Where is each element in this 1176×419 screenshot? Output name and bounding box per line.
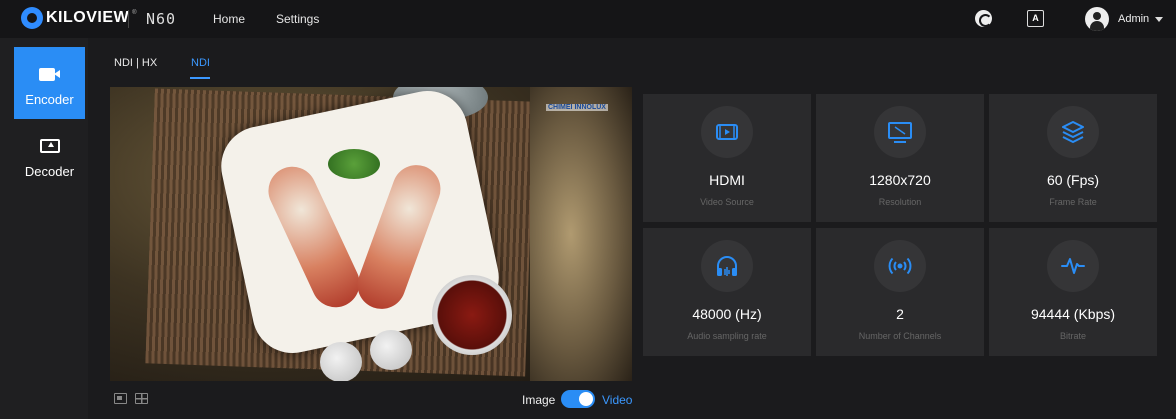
stat-label: Video Source: [700, 197, 754, 207]
stat-card-channels: 2 Number of Channels: [816, 228, 984, 356]
stat-label: Frame Rate: [1049, 197, 1097, 207]
preview-watermark: CHIMEI INNOLUX: [546, 104, 608, 111]
stat-value: 94444 (Kbps): [1030, 306, 1116, 322]
stat-value: 48000 (Hz): [692, 306, 762, 322]
sidebar-item-decoder[interactable]: Decoder: [14, 119, 85, 191]
toggle-knob: [579, 392, 593, 406]
stat-card-video-source: HDMI Video Source: [643, 94, 811, 222]
camera-icon: [38, 67, 61, 82]
stat-value: 1280x720: [869, 172, 931, 188]
preview-shaker: [370, 330, 412, 370]
tab-ndi-hx[interactable]: NDI | HX: [114, 57, 157, 69]
stat-card-resolution: 1280x720 Resolution: [816, 94, 984, 222]
stat-label: Resolution: [878, 197, 922, 207]
tab-ndi[interactable]: NDI: [191, 57, 210, 69]
nav-settings[interactable]: Settings: [276, 12, 319, 26]
sidebar-item-encoder[interactable]: Encoder: [14, 47, 85, 119]
stat-label: Number of Channels: [858, 331, 942, 341]
user-menu-label[interactable]: Admin: [1118, 13, 1149, 25]
stat-card-bitrate: 94444 (Kbps) Bitrate: [989, 228, 1157, 356]
stat-value: 60 (Fps): [1046, 172, 1100, 188]
avatar-body: [1090, 21, 1104, 31]
waveform-icon: [1047, 240, 1099, 292]
preview-cloth: [530, 87, 632, 381]
video-mode-label: Video: [602, 393, 633, 407]
video-source-icon: [701, 106, 753, 158]
preview-broccoli: [328, 149, 380, 179]
kiloview-logo[interactable]: KILOVIEW ®: [21, 7, 137, 29]
user-avatar-icon[interactable]: [1085, 7, 1109, 31]
image-mode-label: Image: [522, 393, 556, 407]
model-name: N60: [146, 10, 177, 28]
stat-label: Audio sampling rate: [687, 331, 767, 341]
stat-value: 2: [896, 306, 904, 322]
stat-value: HDMI: [709, 172, 745, 188]
brand-registered-mark: ®: [132, 10, 137, 16]
brand-name: KILOVIEW: [46, 9, 130, 26]
stat-card-audio-sampling-rate: 48000 (Hz) Audio sampling rate: [643, 228, 811, 356]
preview-sauce-bowl: [432, 275, 512, 355]
single-view-icon[interactable]: [114, 393, 127, 404]
header-divider: [128, 10, 129, 28]
preview-shaker: [320, 342, 362, 381]
resolution-icon: [874, 106, 926, 158]
active-tab-indicator: [190, 77, 210, 79]
sidebar-item-label: Encoder: [25, 92, 74, 107]
headphones-icon: [701, 240, 753, 292]
language-icon[interactable]: A: [1027, 10, 1044, 27]
sidebar-item-label: Decoder: [24, 164, 75, 179]
nav-home[interactable]: Home: [213, 12, 245, 26]
video-preview[interactable]: CHIMEI INNOLUX: [110, 87, 632, 381]
grid-view-icon[interactable]: [135, 393, 148, 404]
sidebar: Encoder Decoder: [0, 38, 88, 419]
top-bar: KILOVIEW ® N60 Home Settings A Admin: [0, 0, 1176, 38]
image-video-toggle[interactable]: [561, 390, 595, 408]
stat-card-frame-rate: 60 (Fps) Frame Rate: [989, 94, 1157, 222]
monitor-upload-icon: [39, 139, 61, 154]
refresh-icon[interactable]: [975, 10, 992, 27]
logo-icon: [21, 7, 43, 29]
avatar-head: [1093, 12, 1101, 20]
broadcast-icon: [874, 240, 926, 292]
stat-label: Bitrate: [1059, 331, 1086, 341]
chevron-down-icon[interactable]: [1155, 17, 1163, 22]
layers-icon: [1047, 106, 1099, 158]
